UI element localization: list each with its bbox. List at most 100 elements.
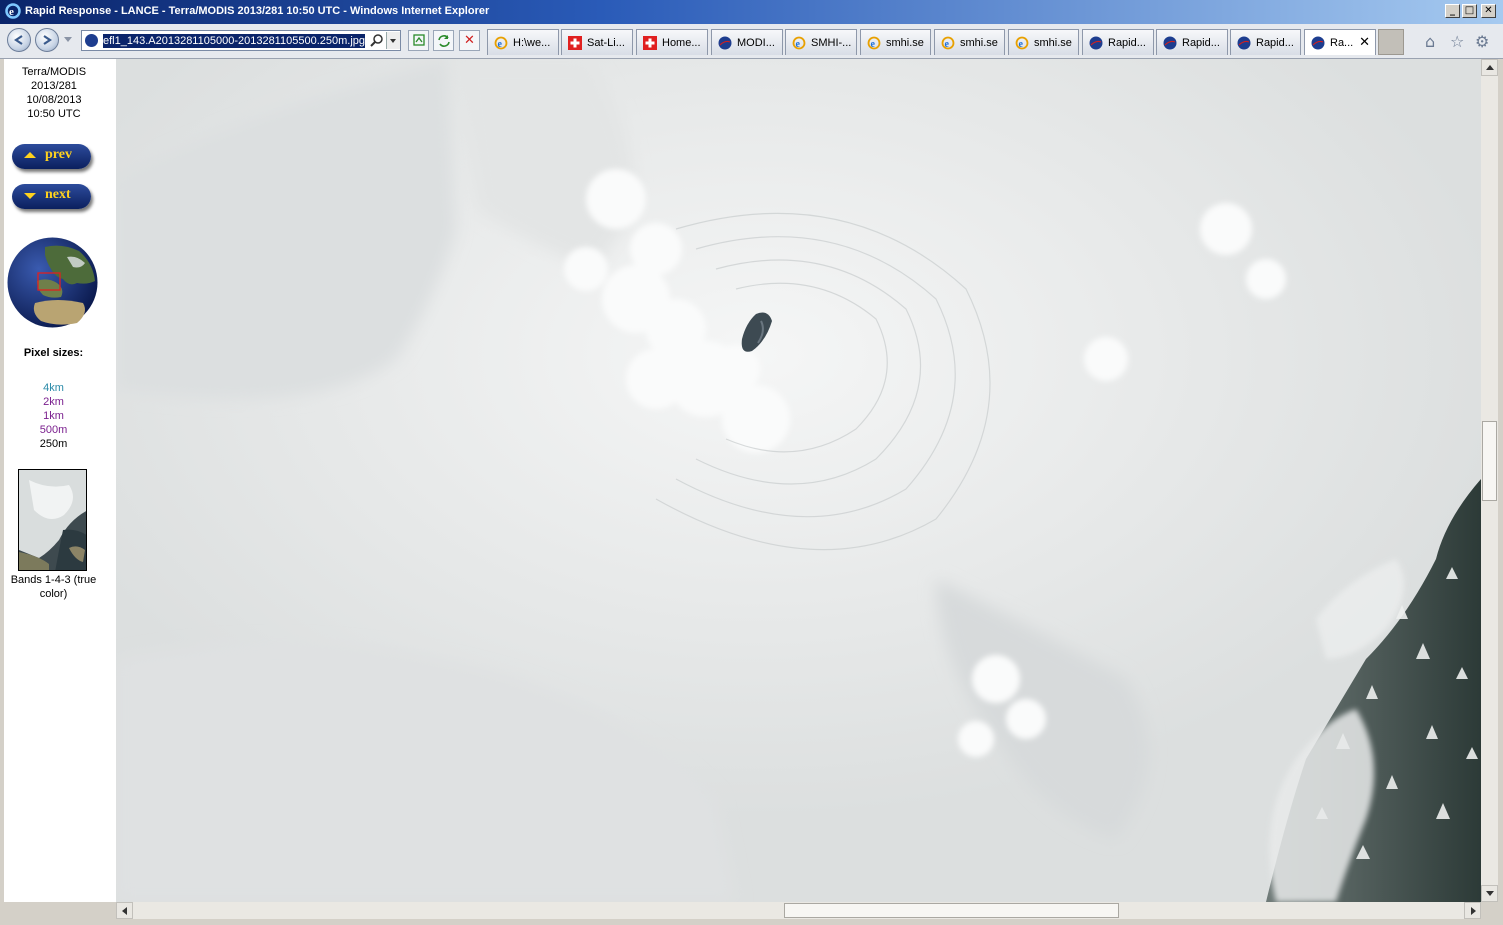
vertical-scrollbar[interactable] [1481, 59, 1498, 902]
forward-button[interactable] [35, 28, 59, 52]
nasa-icon [85, 34, 98, 47]
nasa-icon [1089, 36, 1103, 50]
browser-tab[interactable]: Home... [636, 29, 708, 55]
pixel-size-link[interactable]: 500m [4, 423, 103, 437]
address-input[interactable] [103, 34, 365, 48]
tab-label: Sat-Li... [587, 37, 625, 49]
browser-tab[interactable]: e smhi.se [934, 29, 1005, 55]
nasa-icon [1311, 36, 1325, 50]
tools-gear-icon[interactable]: ⚙ [1475, 32, 1489, 51]
browser-navbar: ✕ e H:\we... Sat-Li... Home... MODI... e… [0, 24, 1503, 59]
address-bar[interactable] [81, 30, 401, 51]
swiss-flag-icon [643, 36, 657, 50]
nasa-icon [718, 36, 732, 50]
tab-label: Rapid... [1256, 37, 1294, 49]
browser-tab[interactable]: e smhi.se [1008, 29, 1079, 55]
ie-icon: e [494, 36, 508, 50]
ie-icon: e [5, 3, 21, 19]
close-tab-icon[interactable]: ✕ [1359, 35, 1370, 50]
compatibility-view-button[interactable] [408, 30, 429, 51]
next-button[interactable]: next [12, 184, 91, 209]
tab-label: Ra... [1330, 37, 1354, 49]
search-icon[interactable] [370, 33, 384, 47]
tab-label: Home... [662, 37, 701, 49]
browser-tab[interactable]: Rapid... [1156, 29, 1228, 55]
image-metadata: Terra/MODIS 2013/281 10/08/2013 10:50 UT… [4, 65, 104, 121]
ie-icon: e [792, 36, 806, 50]
back-arrow-icon [14, 35, 23, 45]
tab-label: smhi.se [960, 37, 998, 49]
maximize-button[interactable]: □ [1462, 4, 1477, 18]
window-titlebar: e Rapid Response - LANCE - Terra/MODIS 2… [0, 0, 1503, 24]
svg-text:e: e [1019, 39, 1024, 50]
satellite-name: Terra/MODIS [21, 66, 87, 78]
compatibility-icon [412, 34, 425, 46]
browser-tab[interactable]: MODI... [711, 29, 783, 55]
browser-tab[interactable]: Rapid... [1230, 29, 1301, 55]
scroll-up-button[interactable] [1481, 59, 1498, 76]
horizontal-scroll-thumb[interactable] [784, 903, 1119, 918]
svg-text:e: e [871, 39, 876, 50]
prev-label: prev [45, 147, 72, 162]
svg-text:e: e [498, 39, 503, 50]
date: 10/08/2013 [26, 94, 82, 106]
tab-label: Rapid... [1108, 37, 1146, 49]
pixel-sizes-list: 4km 2km 1km 500m 250m [4, 381, 103, 451]
time: 10:50 UTC [27, 108, 81, 120]
satellite-image [116, 59, 1481, 902]
home-icon[interactable]: ⌂ [1425, 32, 1435, 51]
back-button[interactable] [7, 28, 31, 52]
bands-thumbnail[interactable] [18, 469, 87, 571]
close-window-button[interactable]: ✕ [1481, 4, 1496, 18]
browser-tab[interactable]: e smhi.se [860, 29, 931, 55]
horizontal-scrollbar[interactable] [116, 902, 1481, 919]
pixel-size-link[interactable]: 4km [4, 381, 103, 395]
vertical-scroll-thumb[interactable] [1482, 421, 1497, 501]
globe-locator-map[interactable] [7, 237, 98, 328]
browser-tab[interactable]: e H:\we... [487, 29, 559, 55]
ie-icon: e [1015, 36, 1029, 50]
ie-icon: e [867, 36, 881, 50]
tab-label: H:\we... [513, 37, 551, 49]
scroll-left-button[interactable] [116, 902, 133, 919]
down-arrow-icon [24, 193, 36, 199]
pixel-size-link[interactable]: 1km [4, 409, 103, 423]
page-content: Terra/MODIS 2013/281 10/08/2013 10:50 UT… [4, 59, 1481, 902]
nasa-icon [1237, 36, 1251, 50]
forward-arrow-icon [43, 35, 52, 45]
svg-text:e: e [945, 39, 950, 50]
pixel-size-link[interactable]: 2km [4, 395, 103, 409]
svg-text:e: e [796, 39, 801, 50]
favorites-star-icon[interactable]: ☆ [1450, 32, 1464, 51]
thumbnail-image [19, 470, 86, 570]
status-filler [0, 902, 116, 925]
prev-button[interactable]: prev [12, 144, 91, 169]
nasa-icon [1163, 36, 1177, 50]
refresh-button[interactable] [433, 30, 454, 51]
sidebar: Terra/MODIS 2013/281 10/08/2013 10:50 UT… [4, 59, 115, 902]
tab-label: MODI... [737, 37, 775, 49]
tab-label: smhi.se [886, 37, 924, 49]
history-dropdown-icon[interactable] [64, 37, 72, 42]
browser-tab[interactable]: Rapid... [1082, 29, 1154, 55]
tab-label: SMHI-... [811, 37, 852, 49]
scroll-right-button[interactable] [1464, 902, 1481, 919]
new-tab-button[interactable] [1378, 29, 1404, 55]
scroll-down-button[interactable] [1481, 885, 1498, 902]
scrollbar-corner [1481, 902, 1498, 919]
bands-caption: Bands 1-4-3 (true color) [10, 574, 97, 600]
browser-tab[interactable]: Sat-Li... [561, 29, 633, 55]
date-doy: 2013/281 [31, 80, 77, 92]
tab-label: smhi.se [1034, 37, 1072, 49]
browser-tab-active[interactable]: Ra... ✕ [1304, 29, 1376, 55]
window-title: Rapid Response - LANCE - Terra/MODIS 201… [25, 5, 490, 17]
address-dropdown-button[interactable] [386, 32, 400, 49]
stop-button[interactable]: ✕ [459, 30, 480, 51]
minimize-button[interactable]: _ [1445, 4, 1460, 18]
pixel-sizes-title: Pixel sizes: [23, 347, 84, 359]
refresh-icon [437, 35, 450, 47]
browser-tab[interactable]: e SMHI-... [785, 29, 857, 55]
pixel-size-current: 250m [39, 438, 68, 450]
svg-text:e: e [9, 6, 14, 18]
ie-icon: e [941, 36, 955, 50]
